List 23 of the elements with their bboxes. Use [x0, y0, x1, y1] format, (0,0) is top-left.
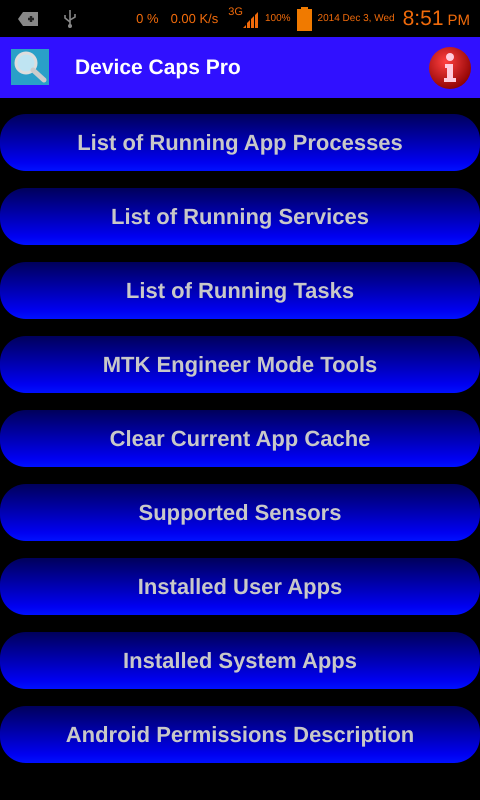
date-text: 2014 Dec 3, Wed — [318, 13, 395, 24]
menu-button[interactable]: Clear Current App Cache — [0, 410, 480, 467]
menu-button[interactable]: Supported Sensors — [0, 484, 480, 541]
network-speed: 0.00 K/s — [170, 11, 218, 26]
clock-ampm: PM — [448, 12, 470, 29]
battery-icon — [296, 6, 312, 30]
menu-button[interactable]: Installed User Apps — [0, 558, 480, 615]
magnifier-icon — [11, 48, 51, 86]
menu-button[interactable]: List of Running Tasks — [0, 262, 480, 319]
menu-button[interactable]: MTK Engineer Mode Tools — [0, 336, 480, 393]
battery-percent: 100% — [264, 13, 291, 24]
signal-icon — [242, 10, 259, 28]
menu-button[interactable]: List of Running Services — [0, 188, 480, 245]
network-type: 3G — [228, 6, 243, 18]
clock-time: 8:51 — [402, 6, 444, 30]
info-icon[interactable] — [428, 46, 472, 90]
cpu-usage: 0 % — [136, 11, 159, 26]
menu-button[interactable]: Android Permissions Description — [0, 706, 480, 763]
app-title: Device Caps Pro — [75, 56, 242, 80]
usb-icon — [64, 10, 76, 28]
notification-icon — [18, 12, 38, 26]
menu-button[interactable]: Installed System Apps — [0, 632, 480, 689]
menu-button[interactable]: List of Running App Processes — [0, 114, 480, 171]
